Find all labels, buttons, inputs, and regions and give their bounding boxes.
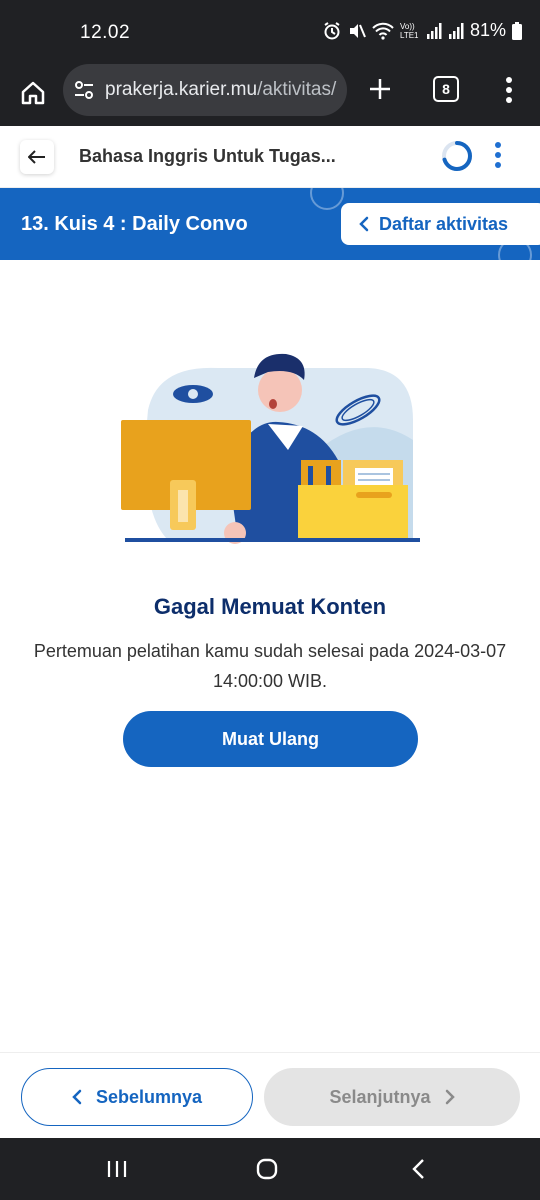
app-header: Bahasa Inggris Untuk Tugas...: [0, 126, 540, 188]
dot: [495, 162, 501, 168]
alarm-icon: [324, 21, 340, 39]
home-nav-button[interactable]: [247, 1154, 287, 1184]
status-icons: Vo)) LTE1 81%: [322, 20, 522, 41]
activity-list-label: Daftar aktivitas: [379, 213, 509, 234]
home-icon: [21, 81, 45, 105]
url-path: /aktivitas/: [257, 79, 337, 100]
url-text: prakerja.karier.mu/aktivitas/: [105, 79, 336, 101]
back-button[interactable]: [20, 140, 54, 174]
home-button[interactable]: [14, 74, 52, 112]
error-illustration: [121, 353, 420, 544]
activity-list-button[interactable]: Daftar aktivitas: [341, 203, 540, 245]
signal-icon-2: [448, 22, 464, 39]
site-settings-icon[interactable]: [63, 79, 105, 101]
url-host: prakerja.karier.mu: [105, 79, 258, 100]
tab-switcher-button[interactable]: 8: [433, 76, 459, 102]
browser-toolbar: prakerja.karier.mu/aktivitas/ 8: [0, 62, 540, 126]
previous-button[interactable]: Sebelumnya: [21, 1068, 253, 1126]
banner-decoration: [310, 188, 344, 210]
signal-icon: [426, 22, 442, 39]
arrow-left-icon: [28, 150, 45, 164]
battery-icon: [512, 21, 522, 40]
battery-percent: 81%: [469, 20, 506, 40]
browser-menu-button[interactable]: [497, 72, 521, 108]
activity-banner: 13. Kuis 4 : Daily Convo Daftar aktivita…: [0, 188, 540, 260]
recent-apps-icon: [107, 1161, 127, 1177]
dot: [495, 152, 501, 158]
plus-icon: [370, 79, 390, 99]
status-bar: 12.02 Vo)) LTE1 81%: [0, 0, 540, 62]
reload-button[interactable]: Muat Ulang: [123, 711, 418, 767]
wifi-icon: [372, 22, 394, 40]
course-title: Bahasa Inggris Untuk Tugas...: [79, 146, 336, 166]
system-navigation-bar: [0, 1138, 540, 1200]
previous-label: Sebelumnya: [95, 1086, 203, 1107]
more-vert-icon: [506, 77, 512, 103]
chevron-left-icon: [72, 1089, 82, 1105]
activity-title: 13. Kuis 4 : Daily Convo: [21, 213, 248, 235]
course-menu-button[interactable]: [490, 140, 506, 170]
back-nav-button[interactable]: [399, 1154, 439, 1184]
back-nav-icon: [412, 1159, 424, 1179]
network-label: Vo)) LTE1: [399, 21, 419, 40]
error-message: Pertemuan pelatihan kamu sudah selesai p…: [33, 641, 507, 691]
home-nav-icon: [256, 1158, 278, 1180]
chevron-right-icon: [445, 1089, 455, 1105]
mute-icon: [349, 23, 366, 38]
status-time: 12.02: [80, 22, 131, 43]
address-bar[interactable]: prakerja.karier.mu/aktivitas/: [63, 64, 347, 116]
chevron-left-icon: [359, 216, 369, 232]
bottom-navigation: Sebelumnya Selanjutnya: [0, 1052, 540, 1138]
next-button[interactable]: Selanjutnya: [264, 1068, 520, 1126]
recent-apps-button[interactable]: [97, 1154, 137, 1184]
new-tab-button[interactable]: [362, 71, 398, 107]
dot: [495, 142, 501, 148]
error-title: Gagal Memuat Konten: [153, 594, 387, 619]
progress-ring: [442, 141, 472, 171]
next-label: Selanjutnya: [329, 1086, 431, 1107]
